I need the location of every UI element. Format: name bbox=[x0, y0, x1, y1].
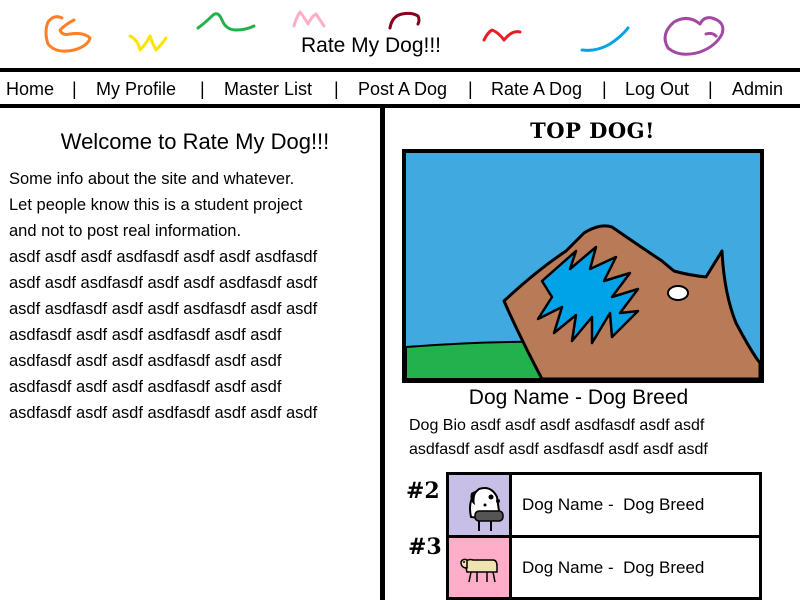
nav-rate-a-dog[interactable]: Rate A Dog bbox=[491, 78, 582, 100]
nav-separator: | bbox=[334, 79, 339, 99]
intro-line: asdf asdf asdf asdfasdf asdf asdf asdfas… bbox=[9, 248, 318, 266]
nav-master-list[interactable]: Master List bbox=[224, 78, 312, 100]
site-intro-text: Some info about the site and whatever. L… bbox=[9, 166, 379, 426]
intro-line: and not to post real information. bbox=[9, 222, 242, 240]
intro-line: Let people know this is a student projec… bbox=[9, 196, 303, 214]
green-scribble bbox=[196, 12, 256, 32]
site-title: Rate My Dog!!! bbox=[300, 34, 442, 57]
rank-3-label: #3 bbox=[408, 534, 442, 560]
top-dog-name-breed: Dog Name - Dog Breed bbox=[468, 386, 689, 409]
pink-scribble bbox=[292, 10, 326, 28]
top-dog-photo[interactable] bbox=[402, 149, 764, 383]
runner-up-text: Dog Name - Dog Breed bbox=[522, 557, 705, 577]
intro-line: asdf asdfasdf asdf asdf asdfasdf asdf as… bbox=[9, 300, 318, 318]
top-dog-heading: TOP DOG! bbox=[530, 118, 655, 143]
dog-icon bbox=[460, 558, 498, 583]
nav-separator: | bbox=[468, 79, 473, 99]
column-divider bbox=[380, 108, 385, 600]
runner-up-card[interactable]: Dog Name - Dog Breed bbox=[446, 472, 762, 538]
runner-up-text: Dog Name - Dog Breed bbox=[522, 495, 705, 514]
nav-separator: | bbox=[72, 79, 77, 99]
top-dog-bio: Dog Bio asdf asdf asdf asdfasdf asdf asd… bbox=[409, 414, 769, 462]
dog-icon bbox=[469, 487, 504, 531]
header: Rate My Dog!!! bbox=[0, 0, 800, 70]
nav-separator: | bbox=[200, 79, 205, 99]
nav-log-out[interactable]: Log Out bbox=[625, 78, 689, 100]
intro-line: asdfasdf asdf asdf asdfasdf asdf asdf as… bbox=[9, 404, 318, 422]
nav-home[interactable]: Home bbox=[6, 78, 54, 100]
darkred-scribble bbox=[388, 11, 421, 30]
nav-my-profile[interactable]: My Profile bbox=[96, 78, 176, 100]
dog-thumbnail bbox=[449, 475, 512, 535]
intro-line: asdfasdf asdf asdf asdfasdf asdf asdf bbox=[9, 378, 282, 396]
main-nav: Home | My Profile | Master List | Post A… bbox=[0, 68, 800, 108]
bio-line: Dog Bio asdf asdf asdf asdfasdf asdf asd… bbox=[409, 417, 705, 434]
nav-separator: | bbox=[708, 79, 713, 99]
nav-separator: | bbox=[602, 79, 607, 99]
intro-line: asdf asdf asdfasdf asdf asdf asdfasdf as… bbox=[9, 274, 318, 292]
bio-line: asdfasdf asdf asdf asdfasdf asdf asdf as… bbox=[409, 441, 708, 458]
runner-up-card[interactable]: Dog Name - Dog Breed bbox=[446, 535, 762, 600]
intro-line: asdfasdf asdf asdf asdfasdf asdf asdf bbox=[9, 352, 282, 370]
intro-line: asdfasdf asdf asdf asdfasdf asdf asdf bbox=[9, 326, 282, 344]
welcome-heading: Welcome to Rate My Dog!!! bbox=[60, 129, 330, 154]
nav-post-a-dog[interactable]: Post A Dog bbox=[358, 78, 447, 100]
nav-admin[interactable]: Admin bbox=[732, 78, 783, 100]
dog-drawing bbox=[406, 153, 760, 379]
rank-2-label: #2 bbox=[406, 478, 440, 504]
intro-line: Some info about the site and whatever. bbox=[9, 170, 295, 188]
dog-thumbnail bbox=[449, 538, 512, 597]
